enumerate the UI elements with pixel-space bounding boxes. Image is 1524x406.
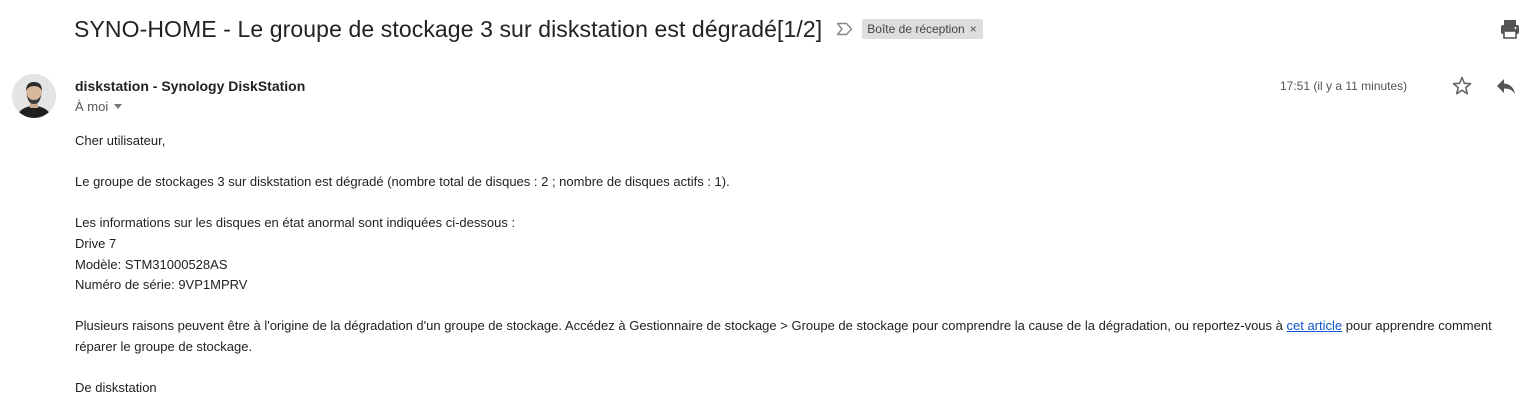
body-signoff: De diskstation [75,380,157,396]
email-subject: SYNO-HOME - Le groupe de stockage 3 sur … [74,15,823,42]
body-paragraph-part1: Plusieurs raisons peuvent être à l'origi… [75,318,1287,334]
body-info-intro: Les informations sur les disques en état… [75,215,516,231]
reply-icon[interactable] [1494,75,1518,97]
label-chip-text: Boîte de réception [867,22,965,36]
body-line: Le groupe de stockages 3 sur diskstation… [75,174,730,190]
body-greeting: Cher utilisateur, [75,133,166,148]
body-paragraph: Plusieurs raisons peuvent être à l'origi… [75,316,1515,357]
recipient-text: À moi [75,99,109,114]
subject-row: SYNO-HOME - Le groupe de stockage 3 sur … [74,12,983,46]
body-serial: Numéro de série: 9VP1MPRV [75,277,248,293]
label-chip-inbox[interactable]: Boîte de réception × [862,19,983,39]
chevron-down-icon[interactable] [114,104,123,109]
sender-name[interactable]: diskstation - Synology DiskStation [75,78,305,94]
label-remove-icon[interactable]: × [970,22,977,36]
avatar[interactable] [12,74,56,118]
email-timestamp: 17:51 (il y a 11 minutes) [1280,79,1408,93]
print-icon[interactable] [1499,18,1521,40]
body-drive: Drive 7 [75,235,117,251]
article-link[interactable]: cet article [1286,318,1342,333]
star-icon[interactable] [1451,75,1473,97]
importance-marker-icon[interactable] [836,22,854,36]
recipient-details-toggle[interactable]: À moi [75,99,123,114]
body-model: Modèle: STM31000528AS [75,256,228,272]
email-body: Cher utilisateur, Le groupe de stockages… [75,131,1515,399]
